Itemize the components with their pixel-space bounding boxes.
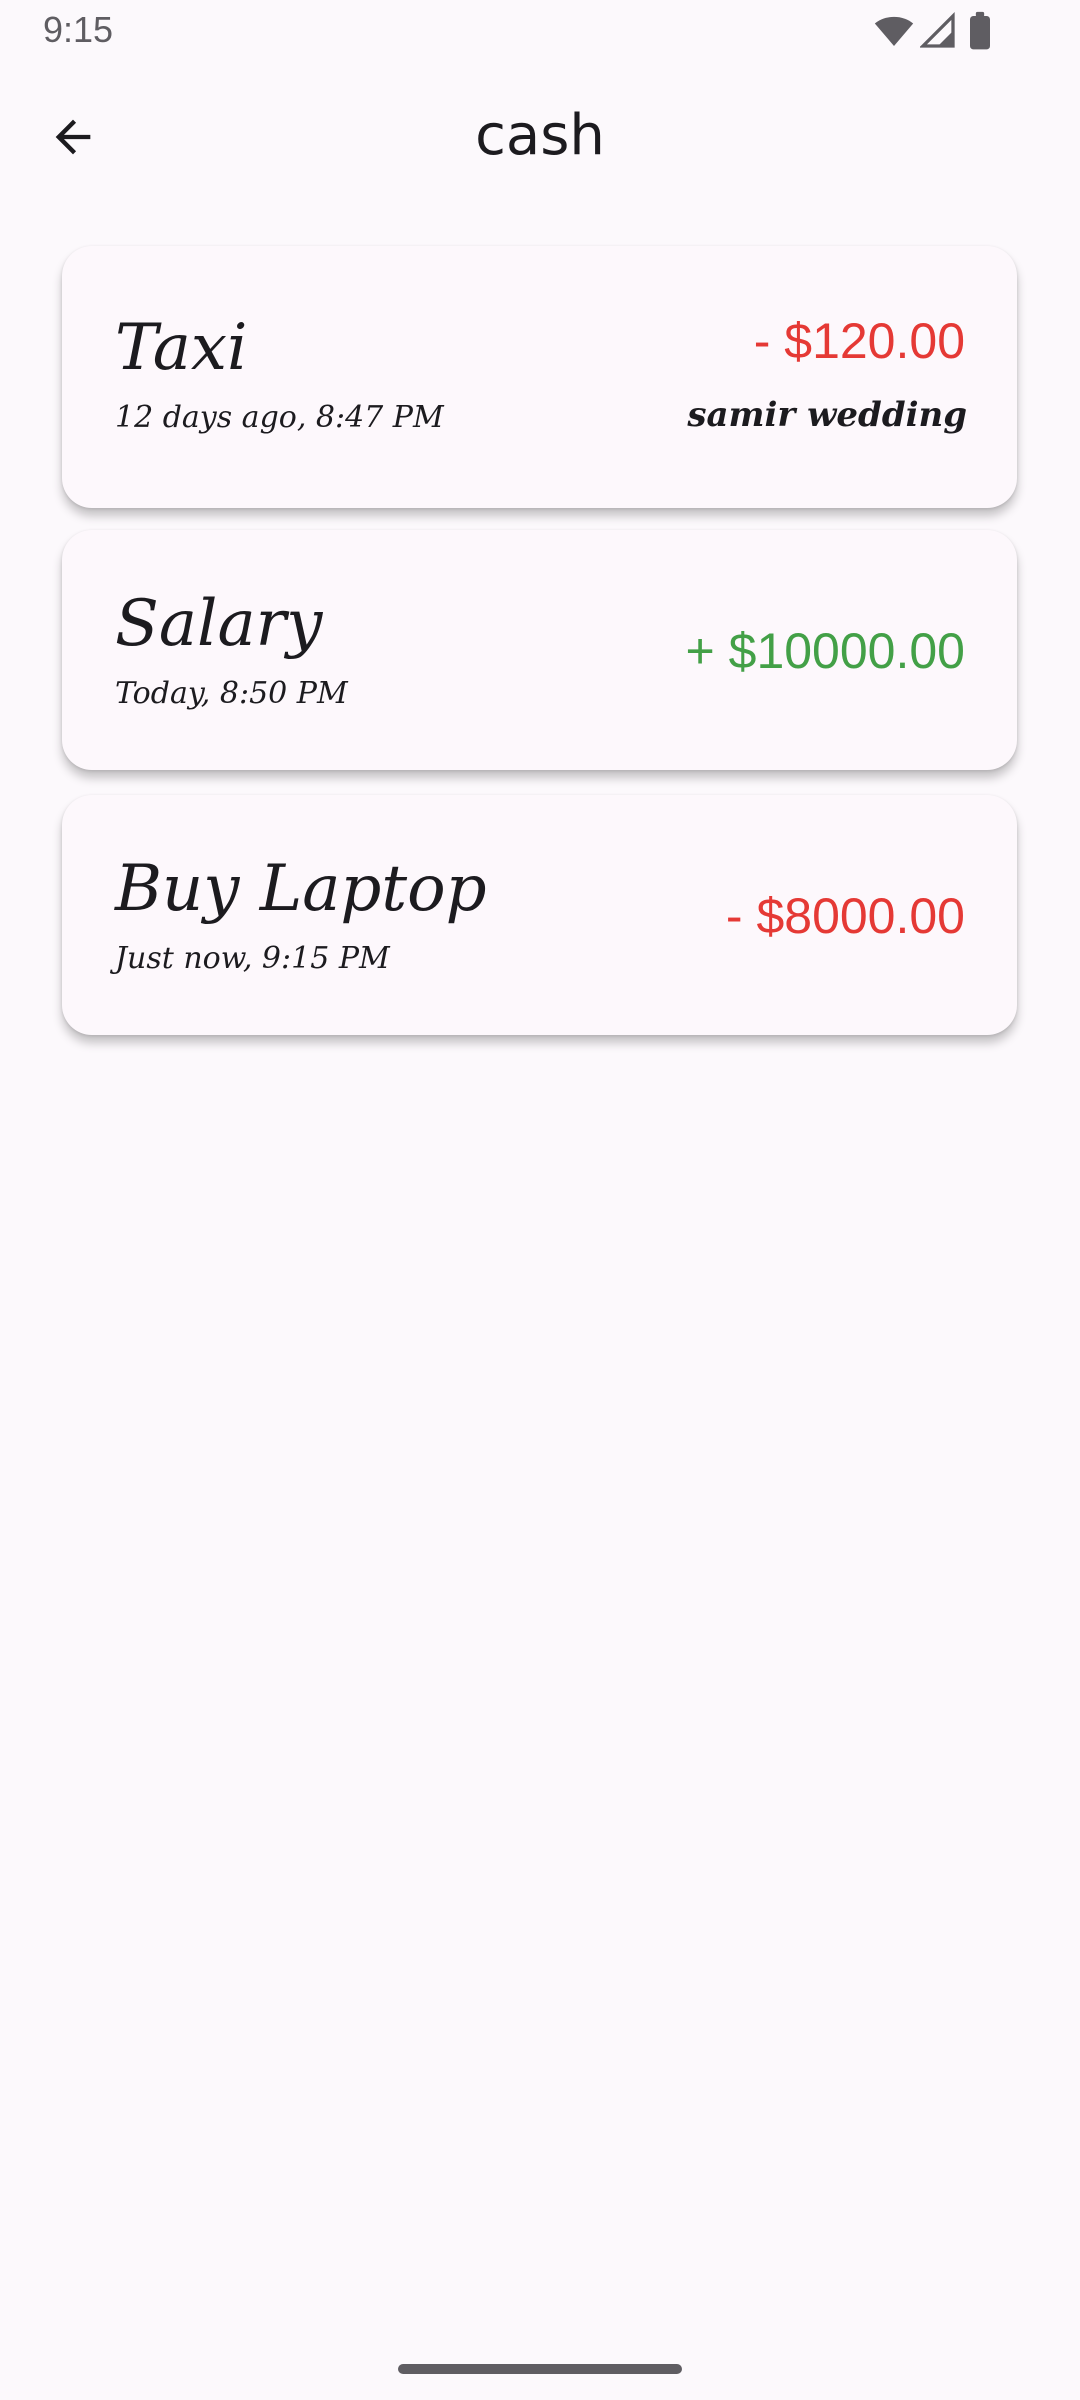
- battery-icon: [970, 11, 990, 50]
- transaction-amount: - $120.00: [753, 313, 965, 369]
- cellular-signal-icon: [920, 12, 955, 48]
- page-title: cash: [475, 103, 605, 168]
- wifi-icon: [874, 16, 914, 46]
- transaction-card[interactable]: Salary Today, 8:50 PM + $10000.00: [62, 530, 1017, 770]
- transaction-date: Just now, 9:15 PM: [115, 941, 390, 976]
- transaction-amount: - $8000.00: [725, 888, 965, 944]
- transaction-note: samir wedding: [687, 395, 967, 435]
- transaction-title: Taxi: [115, 311, 248, 385]
- transaction-date: 12 days ago, 8:47 PM: [115, 400, 444, 435]
- transaction-date: Today, 8:50 PM: [115, 676, 348, 711]
- status-icons: [874, 11, 1004, 51]
- app-bar: cash: [0, 80, 1080, 190]
- transaction-card[interactable]: Taxi 12 days ago, 8:47 PM - $120.00 sami…: [62, 246, 1017, 508]
- transaction-title: Buy Laptop: [115, 852, 487, 926]
- transaction-card[interactable]: Buy Laptop Just now, 9:15 PM - $8000.00: [62, 795, 1017, 1035]
- status-bar: 9:15: [0, 0, 1080, 62]
- home-indicator[interactable]: [398, 2364, 682, 2374]
- status-time: 9:15: [43, 9, 114, 50]
- transaction-amount: + $10000.00: [685, 623, 965, 679]
- transaction-title: Salary: [115, 587, 323, 661]
